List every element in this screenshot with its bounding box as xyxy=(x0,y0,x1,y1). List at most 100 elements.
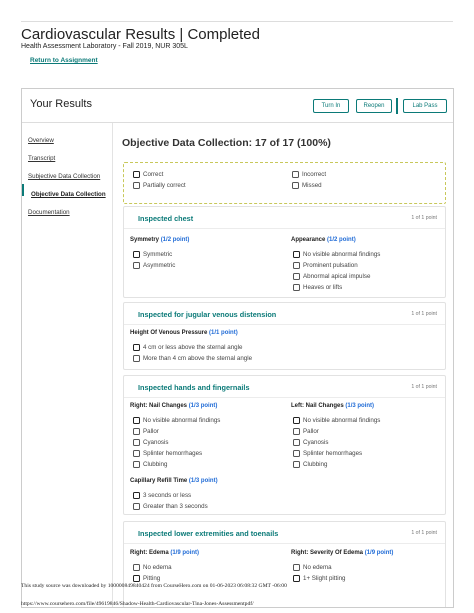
section-header: Inspected chest 1 of 1 point xyxy=(124,207,445,229)
option-4cm-or-less: 4 cm or less above the sternal angle xyxy=(133,344,242,351)
section-header: Inspected lower extremities and toenails… xyxy=(124,522,445,544)
course-subtitle: Health Assessment Laboratory - Fall 2019… xyxy=(21,43,188,50)
question-right-edema: Right: Edema (1/9 point) xyxy=(130,550,200,556)
checkbox-icon xyxy=(293,450,300,457)
checkbox-icon xyxy=(133,492,140,499)
results-header: Your Results Turn In Reopen Lab Pass xyxy=(22,89,453,123)
checkbox-icon xyxy=(293,439,300,446)
legend-incorrect: Incorrect xyxy=(292,171,326,178)
option-right-cyanosis: Cyanosis xyxy=(133,439,168,446)
toolbar-divider xyxy=(396,98,398,114)
nav-item-overview[interactable]: Overview xyxy=(28,137,54,144)
section-name: Inspected for jugular venous distension xyxy=(138,310,277,319)
download-notice: This study source was downloaded by 1000… xyxy=(21,583,287,589)
nav-divider xyxy=(112,123,113,607)
nav-item-transcript[interactable]: Transcript xyxy=(28,155,55,162)
checkbox-icon xyxy=(292,171,299,178)
option-left-no-visible: No visible abnormal findings xyxy=(293,417,380,424)
option-slight-pitting: 1+ Slight pitting xyxy=(293,575,345,582)
legend-box: Correct Partially correct Incorrect Miss… xyxy=(123,162,446,204)
checkbox-icon xyxy=(133,251,140,258)
section-header: Inspected for jugular venous distension … xyxy=(124,303,445,325)
section-name: Inspected chest xyxy=(138,214,194,223)
checkbox-icon xyxy=(133,450,140,457)
option-right-no-visible: No visible abnormal findings xyxy=(133,417,220,424)
option-left-splinter: Splinter hemorrhages xyxy=(293,450,362,457)
option-no-visible-abnormal: No visible abnormal findings xyxy=(293,251,380,258)
results-card: Your Results Turn In Reopen Lab Pass Ove… xyxy=(21,88,454,608)
reopen-button[interactable]: Reopen xyxy=(356,99,392,113)
top-divider xyxy=(21,21,453,22)
checkbox-icon xyxy=(133,355,140,362)
section-hands-fingernails: Inspected hands and fingernails 1 of 1 p… xyxy=(123,375,446,515)
legend-missed: Missed xyxy=(292,182,322,189)
section-points: 1 of 1 point xyxy=(411,530,437,536)
checkbox-icon xyxy=(133,439,140,446)
legend-correct: Correct xyxy=(133,171,163,178)
checkbox-icon xyxy=(293,262,300,269)
option-left-cyanosis: Cyanosis xyxy=(293,439,328,446)
checkbox-icon xyxy=(293,273,300,280)
section-name: Inspected lower extremities and toenails xyxy=(138,529,279,538)
lab-pass-button[interactable]: Lab Pass xyxy=(403,99,447,113)
page-title: Cardiovascular Results | Completed xyxy=(21,26,260,43)
checkbox-icon xyxy=(133,503,140,510)
nav-item-objective[interactable]: Objective Data Collection xyxy=(31,191,106,198)
section-points: 1 of 1 point xyxy=(411,215,437,221)
option-abnormal-apical: Abnormal apical impulse xyxy=(293,273,370,280)
checkbox-icon xyxy=(133,564,140,571)
option-right-pallor: Pallor xyxy=(133,428,159,435)
option-left-clubbing: Clubbing xyxy=(293,461,327,468)
section-points: 1 of 1 point xyxy=(411,311,437,317)
option-severity-no-edema: No edema xyxy=(293,564,332,571)
checkbox-icon xyxy=(293,417,300,424)
section-inspected-chest: Inspected chest 1 of 1 point Symmetry (1… xyxy=(123,206,446,298)
checkbox-icon xyxy=(293,564,300,571)
question-venous-pressure: Height Of Venous Pressure (1/1 point) xyxy=(130,330,238,336)
option-greater-than-3: Greater than 3 seconds xyxy=(133,503,208,510)
section-title: Objective Data Collection: 17 of 17 (100… xyxy=(122,137,331,149)
checkbox-icon xyxy=(133,262,140,269)
checkbox-icon xyxy=(133,417,140,424)
question-right-severity-edema: Right: Severity Of Edema (1/9 point) xyxy=(291,550,394,556)
question-appearance: Appearance (1/2 point) xyxy=(291,237,356,243)
checkbox-icon xyxy=(133,171,140,178)
option-right-no-edema: No edema xyxy=(133,564,172,571)
option-prominent-pulsation: Prominent pulsation xyxy=(293,262,358,269)
section-lower-extremities: Inspected lower extremities and toenails… xyxy=(123,521,446,607)
option-left-pallor: Pallor xyxy=(293,428,319,435)
option-symmetric: Symmetric xyxy=(133,251,172,258)
section-points: 1 of 1 point xyxy=(411,384,437,390)
checkbox-icon xyxy=(133,344,140,351)
nav-item-documentation[interactable]: Documentation xyxy=(28,209,70,216)
checkbox-icon xyxy=(292,182,299,189)
nav-item-subjective[interactable]: Subjective Data Collection xyxy=(28,173,100,180)
question-symmetry: Symmetry (1/2 point) xyxy=(130,237,190,243)
question-capillary-refill: Capillary Refill Time (1/3 point) xyxy=(130,478,218,484)
section-jugular-venous: Inspected for jugular venous distension … xyxy=(123,302,446,370)
return-to-assignment-link[interactable]: Return to Assignment xyxy=(30,57,98,64)
option-right-clubbing: Clubbing xyxy=(133,461,167,468)
section-header: Inspected hands and fingernails 1 of 1 p… xyxy=(124,376,445,398)
checkbox-icon xyxy=(293,461,300,468)
option-right-splinter: Splinter hemorrhages xyxy=(133,450,202,457)
checkbox-icon xyxy=(133,461,140,468)
results-heading: Your Results xyxy=(30,98,92,110)
source-url[interactable]: https://www.coursehero.com/file/49619846… xyxy=(21,601,254,607)
checkbox-icon xyxy=(293,428,300,435)
section-name: Inspected hands and fingernails xyxy=(138,383,250,392)
option-more-than-4cm: More than 4 cm above the sternal angle xyxy=(133,355,252,362)
option-3-seconds-or-less: 3 seconds or less xyxy=(133,492,191,499)
checkbox-icon xyxy=(293,284,300,291)
checkbox-icon xyxy=(133,575,140,582)
turn-in-button[interactable]: Turn In xyxy=(313,99,349,113)
checkbox-icon xyxy=(293,251,300,258)
option-right-pitting: Pitting xyxy=(133,575,160,582)
nav-active-indicator xyxy=(22,184,24,196)
checkbox-icon xyxy=(293,575,300,582)
checkbox-icon xyxy=(133,428,140,435)
question-left-nail-changes: Left: Nail Changes (1/3 point) xyxy=(291,403,375,409)
question-right-nail-changes: Right: Nail Changes (1/3 point) xyxy=(130,403,218,409)
checkbox-icon xyxy=(133,182,140,189)
option-asymmetric: Asymmetric xyxy=(133,262,175,269)
